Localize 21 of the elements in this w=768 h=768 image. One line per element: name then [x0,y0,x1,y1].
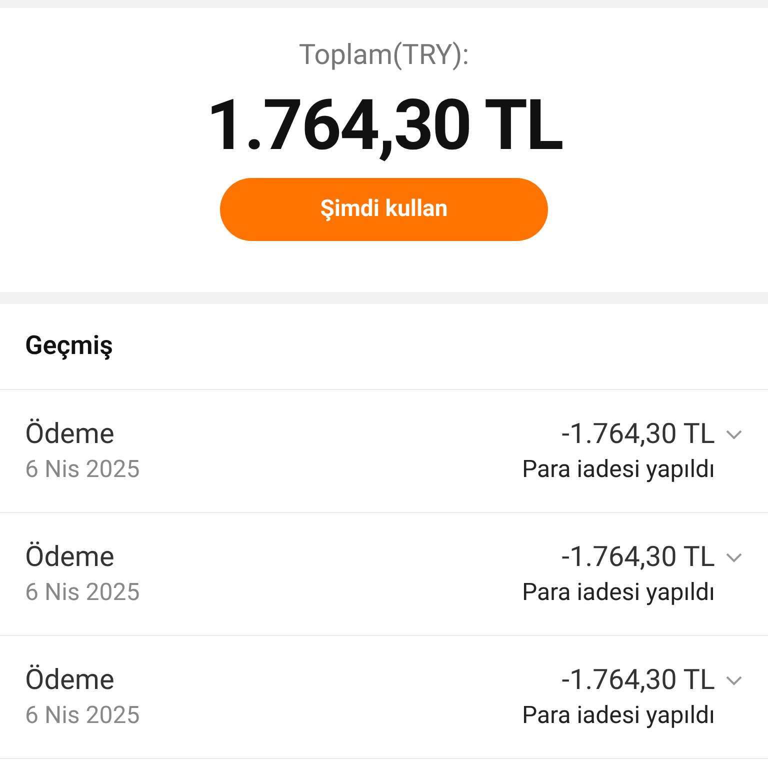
total-label: Toplam(TRY): [298,37,470,73]
transaction-status: Para iadesi yapıldı [522,454,715,485]
history-row[interactable]: Ödeme 6 Nis 2025 -1.764,30 TL Para iadesi yapıldı [0,390,768,513]
history-title: Geçmiş [25,330,113,363]
history-row[interactable]: Ödeme 6 Nis 2025 -1.764,30 TL Para iadesi yapıldı [0,513,768,636]
transaction-status: Para iadesi yapıldı [522,577,715,608]
total-amount: 1.764,30 TL [206,86,562,166]
transaction-amount: -1.764,30 TL [562,539,715,575]
transaction-amount: -1.764,30 TL [562,416,715,452]
chevron-icon[interactable] [725,428,743,440]
transaction-title: Ödeme [25,416,116,452]
transaction-status: Para iadesi yapıldı [522,700,715,731]
transaction-title: Ödeme [25,662,116,698]
transaction-date: 6 Nis 2025 [25,577,140,608]
history-row[interactable]: Ödeme 6 Nis 2025 -1.764,30 TL Para iadesi yapıldı [0,636,768,759]
chevron-icon[interactable] [725,674,743,686]
transaction-date: 6 Nis 2025 [25,454,140,485]
transaction-title: Ödeme [25,539,116,575]
chevron-icon[interactable] [725,552,743,562]
transaction-amount: -1.764,30 TL [562,662,715,698]
transaction-date: 6 Nis 2025 [25,700,140,731]
